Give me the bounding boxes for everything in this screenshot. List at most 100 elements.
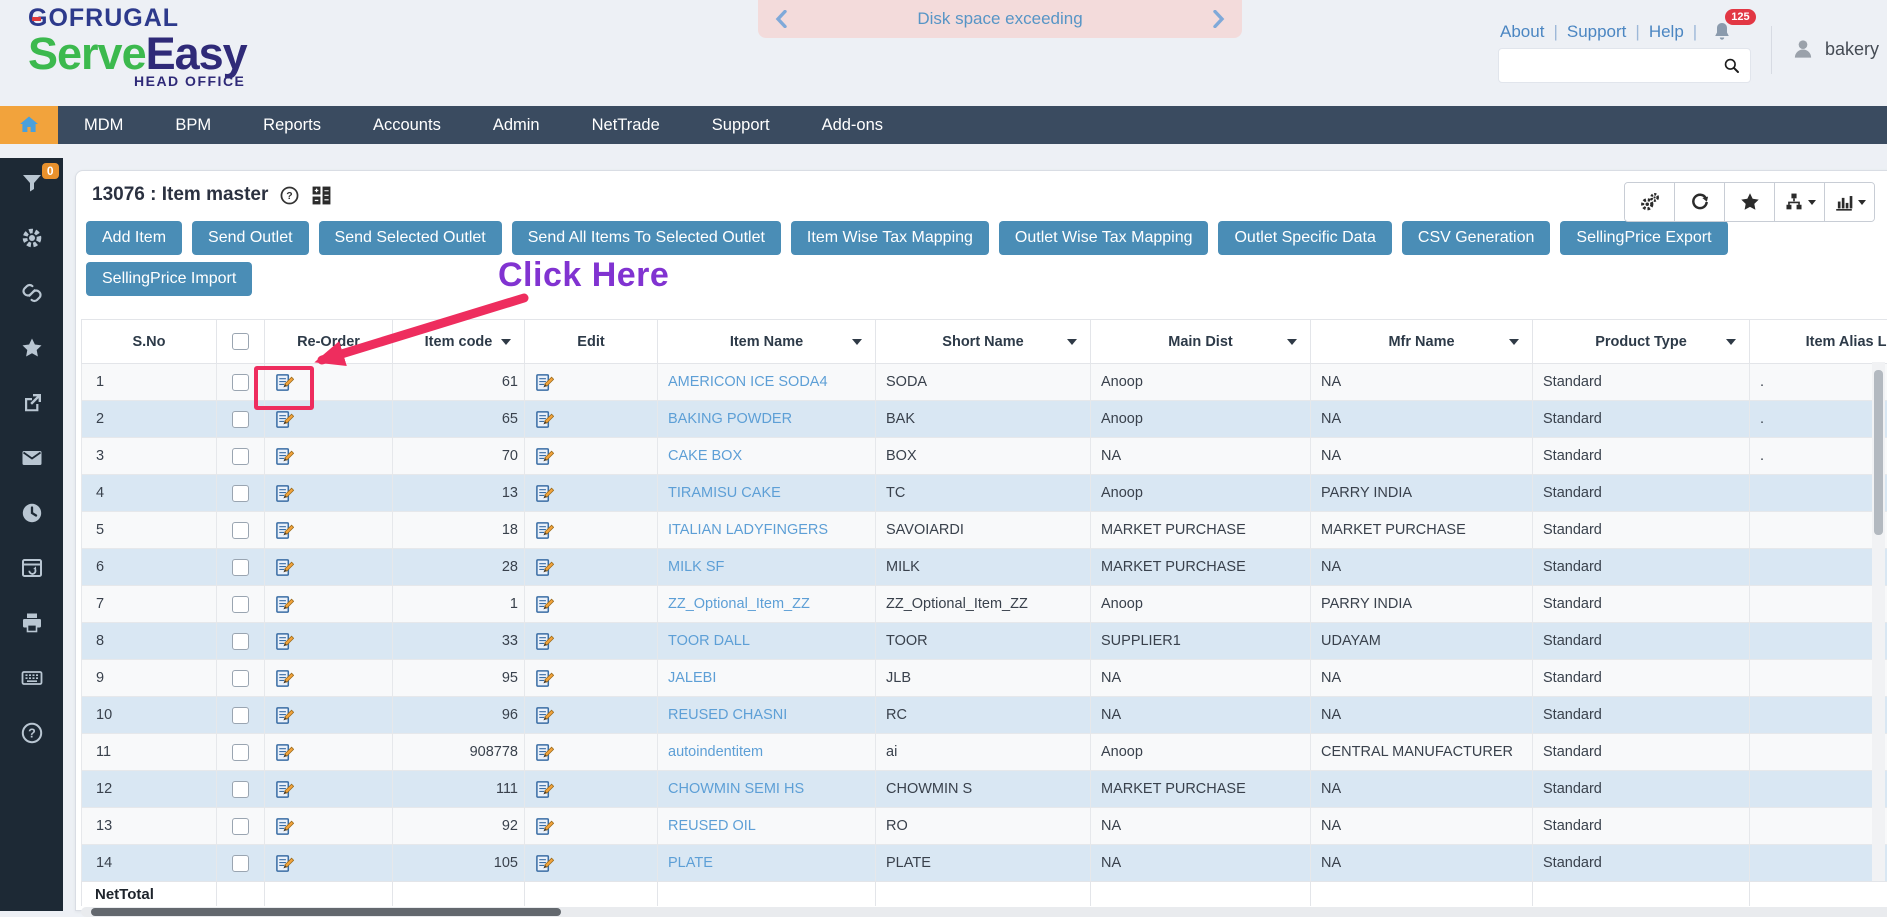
toolbar-star-button[interactable] [1724, 183, 1774, 221]
edit-icon[interactable] [535, 743, 554, 762]
row-checkbox[interactable] [232, 448, 249, 465]
row-checkbox[interactable] [232, 855, 249, 872]
item-name-link[interactable]: AMERICON ICE SODA4 [668, 374, 828, 390]
sidebar-help-icon[interactable]: ? [20, 721, 44, 745]
sidebar-printer-icon[interactable] [20, 611, 44, 635]
reorder-edit-icon[interactable] [275, 780, 294, 799]
edit-icon[interactable] [535, 595, 554, 614]
send-selected-outlet-button[interactable]: Send Selected Outlet [319, 221, 502, 255]
nav-item-bpm[interactable]: BPM [149, 106, 237, 144]
help-link[interactable]: Help [1649, 22, 1684, 42]
vertical-scrollbar-thumb[interactable] [1874, 370, 1883, 535]
item-name-link[interactable]: REUSED CHASNI [668, 707, 787, 723]
row-checkbox[interactable] [232, 522, 249, 539]
edit-icon[interactable] [535, 854, 554, 873]
row-checkbox[interactable] [232, 781, 249, 798]
nav-item-admin[interactable]: Admin [467, 106, 566, 144]
vertical-scrollbar[interactable] [1872, 362, 1885, 881]
user-menu[interactable]: bakery [1790, 36, 1879, 62]
edit-icon[interactable] [535, 373, 554, 392]
reorder-edit-icon[interactable] [275, 595, 294, 614]
search-input[interactable] [1499, 57, 1722, 74]
item-name-link[interactable]: TIRAMISU CAKE [668, 485, 781, 501]
item-name-link[interactable]: autoindentitem [668, 744, 763, 760]
horizontal-scrollbar[interactable] [81, 907, 1887, 917]
item-name-link[interactable]: ZZ_Optional_Item_ZZ [668, 596, 810, 612]
sidebar-keyboard-icon[interactable] [20, 666, 44, 690]
item-name-link[interactable]: PLATE [668, 855, 713, 871]
item-name-link[interactable]: JALEBI [668, 670, 716, 686]
reorder-edit-icon[interactable] [275, 373, 294, 392]
sidebar-clock-icon[interactable] [20, 501, 44, 525]
edit-icon[interactable] [535, 521, 554, 540]
sidebar-mail-icon[interactable] [20, 446, 44, 470]
nav-item-accounts[interactable]: Accounts [347, 106, 467, 144]
send-outlet-button[interactable]: Send Outlet [192, 221, 309, 255]
nav-item-mdm[interactable]: MDM [58, 106, 149, 144]
item-name-link[interactable]: TOOR DALL [668, 633, 750, 649]
outlet-wise-tax-mapping-button[interactable]: Outlet Wise Tax Mapping [999, 221, 1209, 255]
nav-item-add-ons[interactable]: Add-ons [796, 106, 909, 144]
column-header-item-code[interactable]: Item code [393, 320, 525, 364]
sidebar-star-icon[interactable] [20, 336, 44, 360]
support-link[interactable]: Support [1567, 22, 1627, 42]
sidebar-link-icon[interactable] [20, 281, 44, 305]
nav-item-reports[interactable]: Reports [237, 106, 347, 144]
nav-item-nettrade[interactable]: NetTrade [566, 106, 686, 144]
sidebar-report-window-icon[interactable] [20, 556, 44, 580]
title-help-icon[interactable]: ? [279, 185, 300, 206]
edit-icon[interactable] [535, 669, 554, 688]
item-wise-tax-mapping-button[interactable]: Item Wise Tax Mapping [791, 221, 989, 255]
row-checkbox[interactable] [232, 485, 249, 502]
reorder-edit-icon[interactable] [275, 484, 294, 503]
column-header-item-name[interactable]: Item Name [658, 320, 876, 364]
reorder-edit-icon[interactable] [275, 410, 294, 429]
alert-prev-icon[interactable] [774, 10, 788, 28]
reorder-edit-icon[interactable] [275, 817, 294, 836]
reorder-edit-icon[interactable] [275, 743, 294, 762]
sellingprice-export-button[interactable]: SellingPrice Export [1560, 221, 1727, 255]
row-checkbox[interactable] [232, 670, 249, 687]
row-checkbox[interactable] [232, 411, 249, 428]
home-button[interactable] [0, 106, 58, 144]
sellingprice-import-button[interactable]: SellingPrice Import [86, 262, 252, 296]
reorder-edit-icon[interactable] [275, 521, 294, 540]
column-header-short-name[interactable]: Short Name [876, 320, 1091, 364]
reorder-edit-icon[interactable] [275, 706, 294, 725]
edit-icon[interactable] [535, 817, 554, 836]
nav-item-support[interactable]: Support [686, 106, 796, 144]
csv-generation-button[interactable]: CSV Generation [1402, 221, 1551, 255]
toolbar-hierarchy-button[interactable] [1774, 183, 1824, 221]
edit-icon[interactable] [535, 632, 554, 651]
item-name-link[interactable]: MILK SF [668, 559, 724, 575]
notifications-bell-icon[interactable]: 125 [1710, 20, 1734, 44]
horizontal-scrollbar-thumb[interactable] [91, 908, 561, 916]
reorder-edit-icon[interactable] [275, 558, 294, 577]
row-checkbox[interactable] [232, 818, 249, 835]
item-name-link[interactable]: CHOWMIN SEMI HS [668, 781, 804, 797]
edit-icon[interactable] [535, 410, 554, 429]
reorder-edit-icon[interactable] [275, 447, 294, 466]
reorder-edit-icon[interactable] [275, 669, 294, 688]
send-all-items-to-selected-outlet-button[interactable]: Send All Items To Selected Outlet [512, 221, 781, 255]
row-checkbox[interactable] [232, 559, 249, 576]
column-header-main-dist[interactable]: Main Dist [1091, 320, 1311, 364]
outlet-specific-data-button[interactable]: Outlet Specific Data [1218, 221, 1391, 255]
item-name-link[interactable]: CAKE BOX [668, 448, 742, 464]
add-item-button[interactable]: Add Item [86, 221, 182, 255]
reorder-edit-icon[interactable] [275, 632, 294, 651]
alert-next-icon[interactable] [1212, 10, 1226, 28]
edit-icon[interactable] [535, 706, 554, 725]
column-header-product-type[interactable]: Product Type [1533, 320, 1750, 364]
toolbar-settings-gears-button[interactable] [1625, 183, 1674, 221]
edit-icon[interactable] [535, 558, 554, 577]
edit-icon[interactable] [535, 484, 554, 503]
select-all-checkbox[interactable] [232, 333, 249, 350]
toolbar-chart-button[interactable] [1824, 183, 1874, 221]
column-chooser-icon[interactable] [311, 185, 332, 206]
reorder-edit-icon[interactable] [275, 854, 294, 873]
edit-icon[interactable] [535, 780, 554, 799]
toolbar-refresh-button[interactable] [1674, 183, 1724, 221]
sidebar-filter-icon[interactable]: 0 [20, 171, 44, 195]
search-icon[interactable] [1722, 56, 1741, 75]
